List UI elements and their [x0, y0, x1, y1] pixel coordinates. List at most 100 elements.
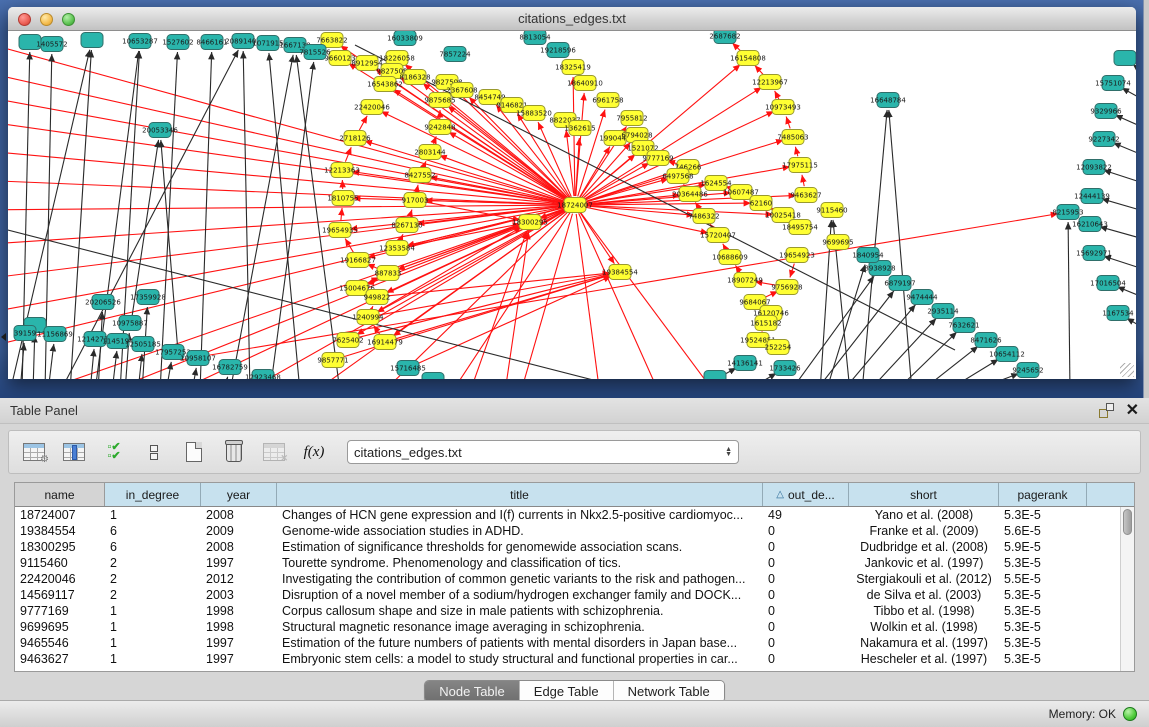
graph-edge[interactable] — [1115, 115, 1136, 126]
graph-node[interactable]: 18640910 — [567, 76, 603, 91]
graph-node[interactable]: 8267130 — [391, 218, 422, 233]
graph-node[interactable]: 18907249 — [727, 273, 763, 288]
graph-edge[interactable] — [1068, 222, 1070, 379]
graph-edge[interactable] — [723, 244, 726, 249]
graph-node[interactable]: 8813054 — [519, 31, 551, 45]
graph-node[interactable]: 252254 — [765, 340, 792, 355]
graph-node[interactable]: 7857224 — [439, 47, 471, 62]
column-header-title[interactable]: title — [277, 483, 763, 506]
graph-node[interactable]: 2803144 — [414, 145, 446, 160]
close-window-icon[interactable] — [18, 13, 31, 26]
graph-edge[interactable] — [224, 377, 228, 379]
graph-node[interactable]: 7632621 — [948, 318, 979, 333]
column-header-out-degree[interactable]: △out_de... — [763, 483, 849, 506]
graph-edge[interactable] — [895, 332, 957, 379]
graph-edge[interactable] — [580, 212, 720, 379]
graph-edge[interactable] — [166, 362, 171, 379]
graph-node[interactable]: 9857771 — [317, 353, 348, 368]
table-row[interactable]: 977716911998Corpus callosum shape and si… — [15, 603, 1120, 619]
tab-node-table[interactable]: Node Table — [425, 681, 520, 702]
graph-edge[interactable] — [416, 276, 611, 364]
graph-edge[interactable] — [70, 50, 91, 379]
graph-node[interactable]: 8466161 — [196, 35, 227, 50]
table-row[interactable]: 1830029562008Estimation of significance … — [15, 539, 1120, 555]
graph-edge[interactable] — [60, 50, 238, 379]
graph-node[interactable]: 9699695 — [822, 235, 853, 250]
graph-node[interactable]: 2718126 — [339, 131, 371, 146]
graph-edge[interactable] — [790, 264, 794, 278]
graph-edge[interactable] — [270, 62, 314, 379]
graph-edge[interactable] — [573, 77, 575, 196]
graph-edge[interactable] — [33, 335, 35, 379]
graph-edge[interactable] — [8, 205, 566, 210]
graph-edge[interactable] — [790, 276, 874, 379]
graph-node[interactable]: 16154808 — [730, 51, 766, 66]
graph-edge[interactable] — [842, 305, 916, 379]
graph-edge[interactable] — [576, 214, 600, 379]
citation-network-graph[interactable]: 1872400718300295193845547663822966012389… — [8, 31, 1136, 379]
graph-node[interactable]: 1733426 — [769, 361, 801, 376]
graph-edge[interactable] — [970, 374, 1019, 379]
graph-edge[interactable] — [192, 368, 196, 379]
table-row[interactable]: 969969511998Structural magnetic resonanc… — [15, 619, 1120, 635]
graph-node[interactable]: 6497568 — [662, 169, 693, 184]
graph-node[interactable] — [422, 373, 444, 380]
graph-node[interactable]: 9875685 — [424, 93, 455, 108]
graph-edge[interactable] — [8, 206, 566, 280]
float-window-icon[interactable] — [1099, 403, 1114, 418]
graph-edge[interactable] — [450, 213, 570, 379]
table-settings-icon[interactable]: ⚙ — [21, 439, 47, 465]
graph-edge[interactable] — [1104, 170, 1136, 182]
graph-edge[interactable] — [1104, 256, 1136, 268]
graph-edge[interactable] — [90, 349, 94, 379]
graph-node[interactable]: 9777169 — [642, 151, 673, 166]
graph-node[interactable]: 6879197 — [884, 276, 915, 291]
graph-edge[interactable] — [786, 116, 790, 128]
graph-node[interactable]: 12444139 — [1074, 189, 1110, 204]
table-row[interactable]: 1872400712008Changes of HCN gene express… — [15, 507, 1120, 523]
graph-node[interactable]: 1615182 — [750, 316, 781, 331]
graph-edge[interactable] — [795, 147, 797, 157]
graph-node[interactable] — [1114, 51, 1136, 66]
graph-node[interactable]: 20206526 — [85, 295, 121, 310]
graph-node[interactable]: 8186328 — [399, 70, 430, 85]
table-selector-dropdown[interactable]: citations_edges.txt ▲▼ — [347, 440, 739, 464]
column-select-checklist-icon[interactable]: ▫✔▫✔ — [101, 439, 127, 465]
graph-edge[interactable] — [30, 208, 567, 379]
window-resize-grip[interactable] — [1120, 363, 1134, 377]
graph-node[interactable]: 2687682 — [709, 31, 740, 44]
table-row[interactable]: 1456911722003Disruption of a novel membe… — [15, 587, 1120, 603]
graph-node[interactable]: 6961758 — [592, 93, 623, 108]
table-scrollbar[interactable] — [1120, 507, 1134, 671]
graph-node[interactable]: 8215953 — [1052, 205, 1083, 220]
graph-edge[interactable] — [566, 130, 574, 196]
delete-column-icon[interactable] — [221, 439, 247, 465]
column-header-pagerank[interactable]: pagerank — [999, 483, 1087, 506]
network-window-titlebar[interactable]: citations_edges.txt — [8, 7, 1136, 31]
graph-node[interactable]: 9242848 — [424, 120, 455, 135]
graph-node[interactable]: 10973493 — [765, 100, 801, 115]
graph-node[interactable]: 1527602 — [162, 35, 193, 50]
network-canvas[interactable]: 1872400718300295193845547663822966012389… — [8, 31, 1136, 379]
graph-node[interactable]: 10653287 — [122, 34, 158, 49]
graph-node[interactable]: 19654935 — [322, 223, 358, 238]
graph-edge[interactable] — [160, 52, 177, 379]
table-row[interactable]: 946362711997Embryonic stem cells: a mode… — [15, 651, 1120, 667]
graph-edge[interactable] — [889, 110, 912, 379]
graph-edge[interactable] — [357, 274, 611, 337]
graph-node[interactable]: 12093822 — [1076, 160, 1112, 175]
graph-node[interactable]: 9227342 — [1088, 132, 1119, 147]
column-visibility-icon[interactable] — [61, 439, 87, 465]
graph-edge[interactable] — [243, 51, 250, 379]
graph-node[interactable]: 917003 — [402, 193, 429, 208]
function-builder-icon[interactable]: f(x) — [301, 439, 327, 465]
graph-node[interactable]: 18325419 — [555, 60, 591, 75]
graph-node[interactable]: 7486322 — [688, 209, 719, 224]
graph-edge[interactable] — [180, 214, 1058, 360]
graph-node[interactable]: 9245652 — [1012, 363, 1043, 378]
network-window[interactable]: citations_edges.txt 18724007183002951938… — [8, 7, 1136, 379]
graph-edge[interactable] — [359, 116, 367, 130]
graph-node[interactable]: 8427552 — [404, 168, 435, 183]
graph-node[interactable]: 7485063 — [777, 130, 808, 145]
graph-node[interactable]: 1240994 — [352, 310, 384, 325]
